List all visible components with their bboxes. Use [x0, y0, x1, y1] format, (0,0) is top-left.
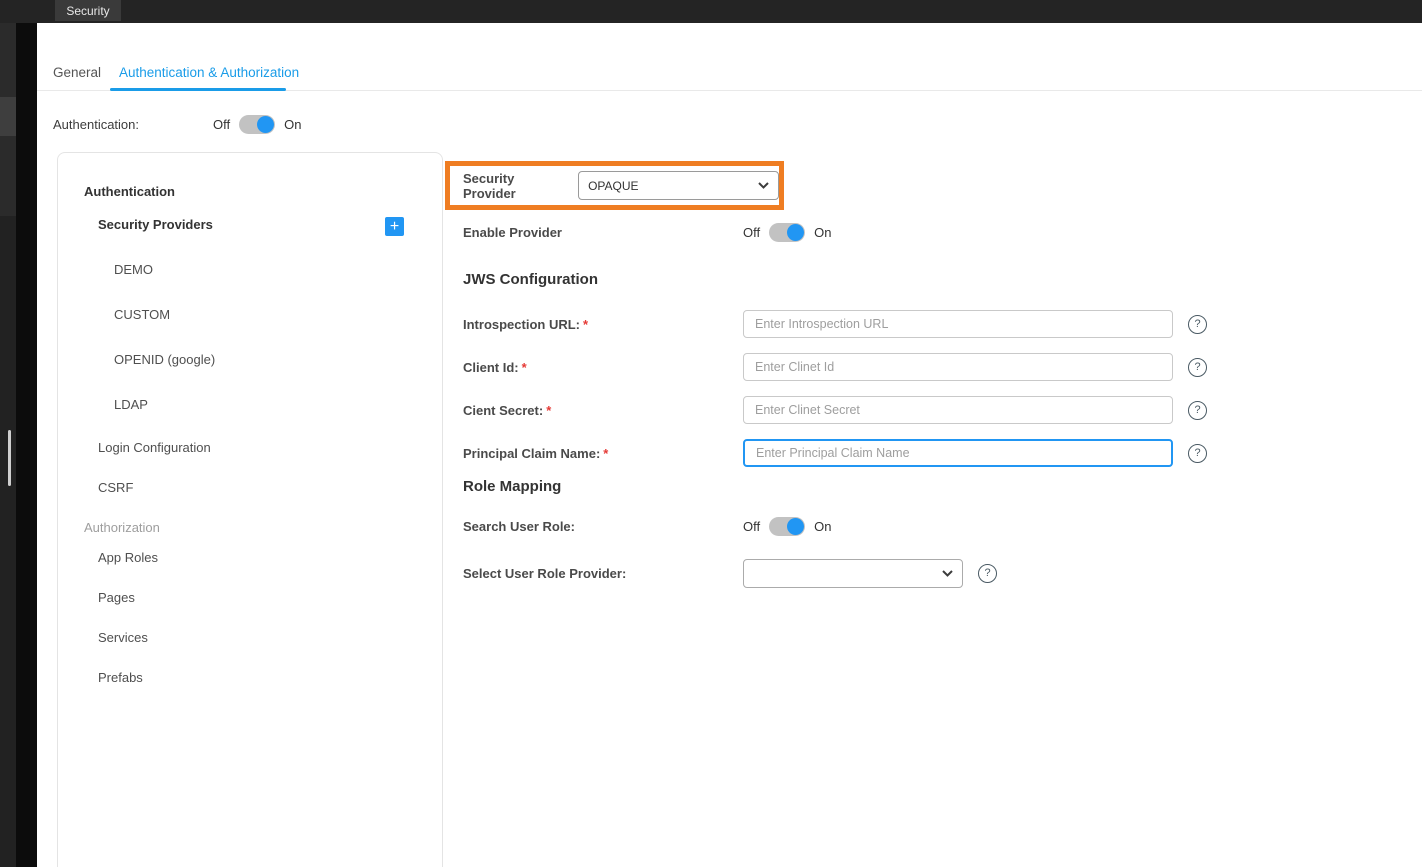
- security-settings-screen: Security General Authentication & Author…: [0, 0, 1422, 867]
- help-icon[interactable]: ?: [978, 564, 997, 583]
- client-id-input[interactable]: [743, 353, 1173, 381]
- on-label: On: [284, 117, 301, 132]
- jws-configuration-heading: JWS Configuration: [463, 271, 598, 288]
- active-tab-underline: [110, 88, 286, 91]
- role-mapping-heading: Role Mapping: [463, 478, 561, 495]
- toggle-knob: [257, 116, 274, 133]
- chevron-down-icon: [942, 570, 953, 577]
- enable-provider-row: Enable Provider Off On: [463, 215, 1402, 250]
- tutorial-highlight-box: Security Provider OPAQUE: [445, 161, 784, 210]
- sidebar-item-provider-openid[interactable]: OPENID (google): [114, 352, 215, 367]
- sidebar-item-pages[interactable]: Pages: [98, 590, 135, 605]
- search-user-role-label: Search User Role:: [463, 519, 743, 534]
- sidebar-item-login-configuration[interactable]: Login Configuration: [98, 440, 211, 455]
- sidebar-item-security-providers[interactable]: Security Providers: [98, 217, 213, 232]
- on-label: On: [814, 519, 831, 534]
- on-label: On: [814, 225, 831, 240]
- rail-scroll-handle[interactable]: [8, 430, 11, 486]
- tab-authentication-authorization[interactable]: Authentication & Authorization: [119, 65, 299, 80]
- sidebar-section-authentication[interactable]: Authentication: [84, 184, 175, 199]
- rail-segment: [0, 23, 16, 97]
- client-id-row: Client Id:* ?: [463, 350, 1402, 384]
- required-asterisk: *: [583, 317, 588, 332]
- select-user-role-provider-label: Select User Role Provider:: [463, 566, 743, 581]
- sidebar-section-authorization: Authorization: [84, 520, 160, 535]
- help-icon[interactable]: ?: [1188, 401, 1207, 420]
- toggle-knob: [787, 224, 804, 241]
- off-label: Off: [743, 225, 760, 240]
- principal-claim-name-input[interactable]: [743, 439, 1173, 467]
- client-id-label: Client Id:*: [463, 360, 743, 375]
- select-user-role-provider-row: Select User Role Provider: ?: [463, 556, 1402, 590]
- rail-active-segment: [0, 97, 16, 136]
- user-role-provider-select[interactable]: [743, 559, 963, 588]
- search-user-role-toggle[interactable]: [769, 517, 805, 536]
- authentication-label: Authentication:: [53, 117, 139, 132]
- search-user-role-row: Search User Role: Off On: [463, 509, 1402, 544]
- settings-tabs: General Authentication & Authorization: [37, 23, 1422, 91]
- sidebar-item-prefabs[interactable]: Prefabs: [98, 670, 143, 685]
- required-asterisk: *: [522, 360, 527, 375]
- help-icon[interactable]: ?: [1188, 444, 1207, 463]
- principal-claim-name-label: Principal Claim Name:*: [463, 446, 743, 461]
- off-label: Off: [213, 117, 230, 132]
- security-provider-select[interactable]: OPAQUE: [578, 171, 779, 200]
- search-user-role-toggle-group: Off On: [743, 517, 831, 536]
- authentication-toggle[interactable]: [239, 115, 275, 134]
- sidebar-item-app-roles[interactable]: App Roles: [98, 550, 158, 565]
- client-secret-label: Cient Secret:*: [463, 403, 743, 418]
- security-content: General Authentication & Authorization A…: [37, 23, 1422, 867]
- security-window-tab-label: Security: [66, 4, 109, 18]
- sidebar-item-csrf[interactable]: CSRF: [98, 480, 133, 495]
- plus-icon: +: [390, 219, 399, 235]
- off-label: Off: [743, 519, 760, 534]
- principal-claim-name-row: Principal Claim Name:* ?: [463, 436, 1402, 470]
- sidebar-item-services[interactable]: Services: [98, 630, 148, 645]
- help-icon[interactable]: ?: [1188, 315, 1207, 334]
- help-icon[interactable]: ?: [1188, 358, 1207, 377]
- authentication-toggle-group: Off On: [213, 115, 301, 134]
- enable-provider-toggle-group: Off On: [743, 223, 831, 242]
- security-nav-panel: Authentication Security Providers + DEMO…: [57, 152, 443, 867]
- client-secret-row: Cient Secret:* ?: [463, 393, 1402, 427]
- required-asterisk: *: [603, 446, 608, 461]
- add-provider-button[interactable]: +: [385, 217, 404, 236]
- security-window-tab[interactable]: Security: [55, 0, 121, 21]
- required-asterisk: *: [546, 403, 551, 418]
- security-provider-value: OPAQUE: [588, 179, 638, 193]
- top-bar: Security: [0, 0, 1422, 23]
- tab-general[interactable]: General: [53, 65, 101, 80]
- introspection-url-input[interactable]: [743, 310, 1173, 338]
- client-secret-input[interactable]: [743, 396, 1173, 424]
- sidebar-item-provider-demo[interactable]: DEMO: [114, 262, 153, 277]
- sidebar-item-provider-ldap[interactable]: LDAP: [114, 397, 148, 412]
- left-gutter: [16, 23, 37, 867]
- collapsed-left-nav-rail[interactable]: [0, 0, 16, 867]
- enable-provider-toggle[interactable]: [769, 223, 805, 242]
- introspection-url-label: Introspection URL:*: [463, 317, 743, 332]
- introspection-url-row: Introspection URL:* ?: [463, 307, 1402, 341]
- rail-segment: [0, 136, 16, 216]
- chevron-down-icon: [758, 182, 769, 189]
- sidebar-item-provider-custom[interactable]: CUSTOM: [114, 307, 170, 322]
- security-provider-label: Security Provider: [463, 171, 566, 201]
- enable-provider-label: Enable Provider: [463, 225, 743, 240]
- toggle-knob: [787, 518, 804, 535]
